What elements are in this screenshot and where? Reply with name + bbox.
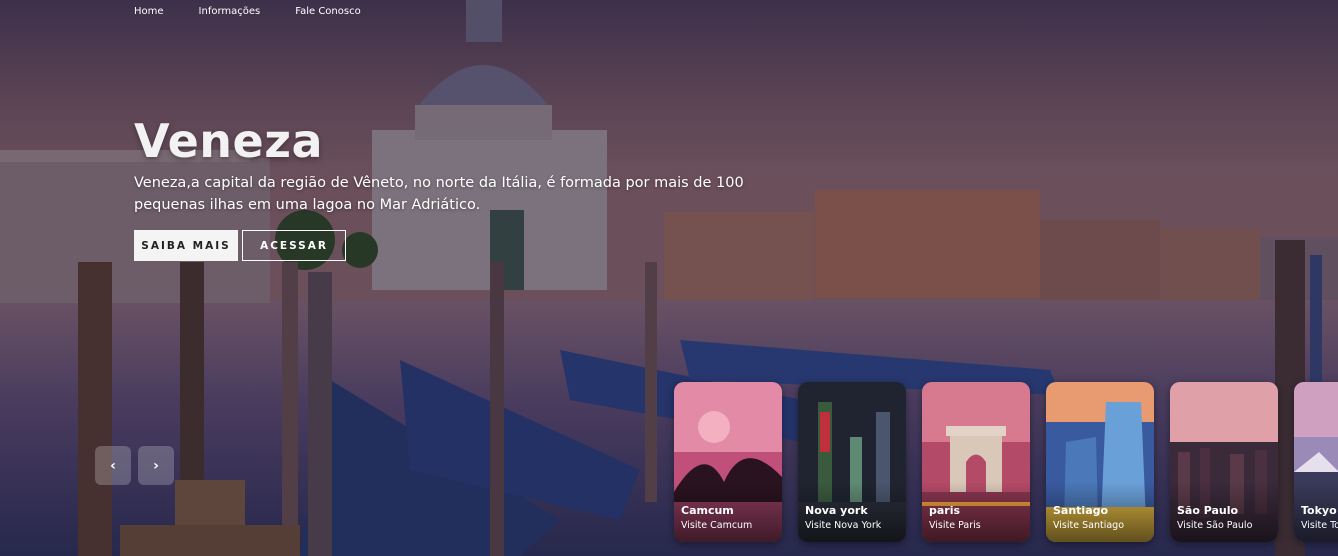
card-title: paris [929,504,961,517]
card-santiago[interactable]: Santiago Visite Santiago [1046,382,1154,542]
card-camcum[interactable]: Camcum Visite Camcum [674,382,782,542]
saiba-mais-button[interactable]: SAIBA MAIS [134,230,238,261]
nav-contact-link[interactable]: Fale Conosco [295,5,360,19]
slider-next-button[interactable]: › [138,446,174,485]
card-subtitle: Visite Tokyo [1301,520,1338,531]
nav-info-link[interactable]: Informações [199,5,261,19]
slider-prev-button[interactable]: ‹ [95,446,131,485]
card-title: Santiago [1053,504,1109,517]
card-nova-york[interactable]: Nova york Visite Nova York [798,382,906,542]
card-title: Nova york [805,504,868,517]
card-title: Camcum [681,504,734,517]
card-title: São Paulo [1177,504,1239,517]
card-subtitle: Visite Camcum [681,520,753,531]
hero-title: Veneza [134,114,324,168]
card-subtitle: Visite São Paulo [1177,520,1253,531]
card-sao-paulo[interactable]: São Paulo Visite São Paulo [1170,382,1278,542]
card-tokyo[interactable]: Tokyo Visite Tokyo [1294,382,1338,542]
chevron-left-icon: ‹ [110,457,116,474]
acessar-button[interactable]: ACESSAR [242,230,346,261]
hero-description: Veneza,a capital da região de Vêneto, no… [134,175,744,213]
card-title: Tokyo [1301,504,1337,517]
card-subtitle: Visite Paris [929,520,981,531]
nav-home-link[interactable]: Home [134,5,164,19]
chevron-right-icon: › [153,457,159,474]
card-subtitle: Visite Nova York [805,520,882,531]
card-paris[interactable]: paris Visite Paris [922,382,1030,542]
top-navigation: Home Informações Fale Conosco [134,5,396,19]
card-subtitle: Visite Santiago [1053,520,1125,531]
